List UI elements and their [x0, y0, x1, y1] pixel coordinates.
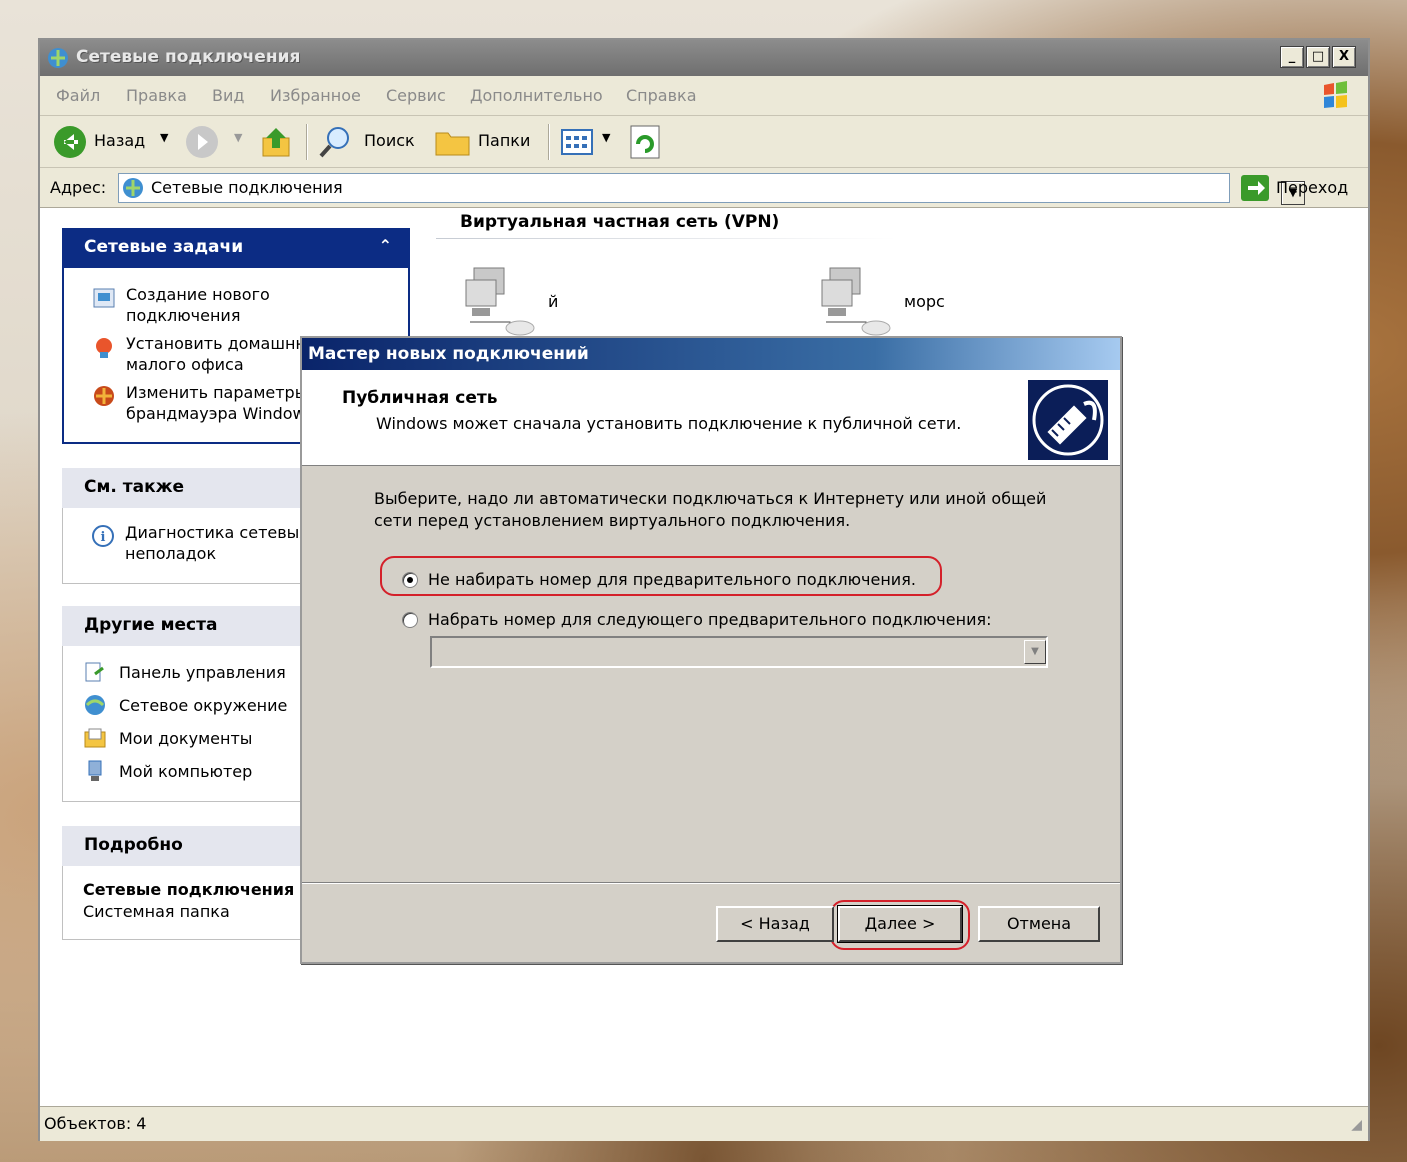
address-input[interactable]: Сетевые подключения ▼	[118, 173, 1305, 205]
option-dial[interactable]: Набрать номер для следующего предварител…	[402, 610, 1042, 632]
title-bar[interactable]: Сетевые подключения _ □ X	[40, 40, 1368, 76]
network-connections-icon	[123, 178, 143, 198]
back-dropdown-icon[interactable]: ▼	[160, 131, 168, 144]
cancel-button[interactable]: Отмена	[978, 906, 1100, 942]
menu-bar: Файл Правка Вид Избранное Сервис Дополни…	[40, 76, 1368, 116]
dialog-header-subtitle: Windows может сначала установить подключ…	[376, 414, 962, 433]
maximize-button[interactable]: □	[1306, 46, 1330, 68]
details-title: Подробно	[84, 835, 183, 855]
vpn-group-title: Виртуальная частная сеть (VPN)	[460, 212, 780, 232]
next-button[interactable]: Далее >	[837, 905, 963, 943]
dialog-description: Выберите, надо ли автоматически подключа…	[374, 489, 1047, 530]
network-tasks-header[interactable]: Сетевые задачи ⌃	[62, 228, 410, 268]
vpn-connection-label: морс	[904, 292, 945, 311]
refresh-icon[interactable]	[628, 124, 662, 160]
views-icon[interactable]	[560, 126, 600, 158]
dialog-title-bar[interactable]: Мастер новых подключений	[302, 338, 1120, 370]
radio-no-dial[interactable]	[402, 572, 418, 588]
vpn-connection-item[interactable]: й	[460, 262, 760, 342]
menu-file[interactable]: Файл	[56, 86, 100, 105]
new-connection-icon	[93, 288, 115, 308]
place-control-panel[interactable]: Панель управления	[119, 662, 286, 683]
views-dropdown-icon[interactable]: ▼	[602, 131, 610, 144]
vpn-connection-icon	[465, 267, 535, 336]
vpn-connection-label: й	[548, 292, 559, 311]
menu-view[interactable]: Вид	[212, 86, 244, 105]
menu-tools[interactable]: Сервис	[386, 86, 446, 105]
network-tasks-title: Сетевые задачи	[84, 237, 244, 257]
back-button[interactable]: < Назад	[716, 906, 834, 942]
status-text: Объектов: 4	[44, 1114, 147, 1133]
chevron-down-icon[interactable]: ▼	[1024, 640, 1046, 664]
status-bar: Объектов: 4 ◢	[40, 1106, 1368, 1141]
svg-text:i: i	[101, 530, 106, 545]
task-new-connection[interactable]: Создание нового подключения	[126, 284, 306, 326]
window-title: Сетевые подключения	[76, 47, 301, 67]
collapse-icon[interactable]: ⌃	[379, 236, 392, 255]
forward-arrow-icon[interactable]	[184, 124, 220, 160]
option-dial-label: Набрать номер для следующего предварител…	[428, 610, 992, 629]
resize-grip-icon[interactable]: ◢	[1351, 1117, 1362, 1133]
back-label[interactable]: Назад	[94, 131, 145, 150]
vpn-connection-item[interactable]: морс	[816, 262, 1116, 342]
details-name: Сетевые подключения	[83, 880, 295, 899]
toolbar: Назад ▼ ▼ Поиск Папки ▼	[40, 116, 1368, 168]
network-places-icon	[85, 695, 105, 715]
go-button[interactable]: Переход	[1276, 178, 1348, 197]
close-button[interactable]: X	[1332, 46, 1356, 68]
search-label[interactable]: Поиск	[364, 131, 415, 150]
address-bar: Адрес: Сетевые подключения ▼ Переход	[40, 168, 1368, 208]
radio-dial[interactable]	[402, 612, 418, 628]
my-documents-icon	[84, 728, 106, 748]
info-icon: i	[92, 525, 114, 547]
forward-dropdown-icon[interactable]: ▼	[234, 131, 242, 144]
menu-advanced[interactable]: Дополнительно	[470, 86, 603, 105]
go-arrow-icon[interactable]	[1240, 174, 1270, 202]
menu-help[interactable]: Справка	[626, 86, 697, 105]
up-folder-icon[interactable]	[260, 124, 294, 160]
my-computer-icon	[88, 760, 102, 781]
windows-logo-icon	[1324, 81, 1347, 108]
dialog-header-title: Публичная сеть	[342, 388, 498, 408]
dialog-header: Публичная сеть Windows может сначала уст…	[302, 370, 1120, 466]
search-icon[interactable]	[318, 124, 354, 160]
details-type: Системная папка	[83, 902, 230, 921]
place-my-computer[interactable]: Мой компьютер	[119, 761, 252, 782]
menu-edit[interactable]: Правка	[126, 86, 187, 105]
place-my-documents[interactable]: Мои документы	[119, 728, 252, 749]
vpn-connection-icon	[821, 267, 891, 336]
folders-icon[interactable]	[434, 125, 472, 159]
dial-connection-select[interactable]: ▼	[430, 636, 1048, 668]
address-label: Адрес:	[50, 178, 107, 197]
folders-label[interactable]: Папки	[478, 131, 530, 150]
firewall-icon	[94, 386, 114, 406]
dialog-title: Мастер новых подключений	[308, 344, 589, 364]
group-divider	[436, 238, 896, 239]
radio-selected-dot	[407, 577, 413, 583]
option-no-dial-label: Не набирать номер для предварительного п…	[428, 570, 916, 589]
network-cable-icon	[1028, 380, 1108, 460]
new-connection-wizard-dialog: Мастер новых подключений Публичная сеть …	[300, 336, 1122, 964]
see-also-title: См. также	[84, 477, 185, 497]
other-places-title: Другие места	[84, 615, 218, 635]
network-connections-icon	[48, 48, 68, 68]
option-no-dial[interactable]: Не набирать номер для предварительного п…	[402, 570, 1002, 592]
dialog-separator	[302, 882, 1120, 884]
address-value: Сетевые подключения	[151, 178, 343, 197]
place-network[interactable]: Сетевое окружение	[119, 695, 287, 716]
minimize-button[interactable]: _	[1280, 46, 1304, 68]
toolbar-separator	[306, 124, 308, 160]
toolbar-separator	[548, 124, 550, 160]
control-panel-icon	[85, 662, 104, 682]
back-arrow-icon[interactable]	[52, 124, 88, 160]
home-network-icon	[96, 338, 112, 358]
menu-favorites[interactable]: Избранное	[270, 86, 361, 105]
